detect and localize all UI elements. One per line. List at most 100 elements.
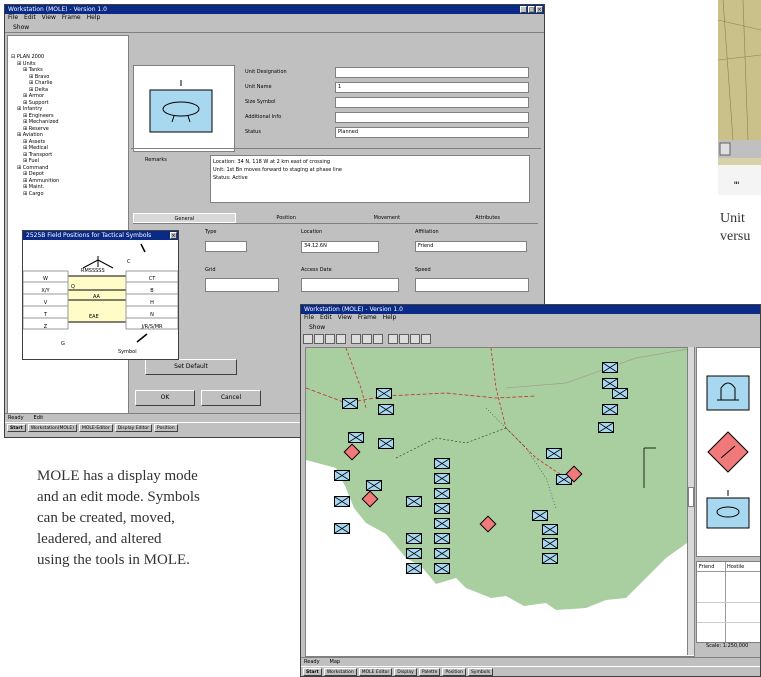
label-unit-name: Unit Name	[245, 84, 272, 90]
friendly-unit-icon[interactable]	[434, 488, 450, 499]
map-show-button[interactable]: Show	[309, 324, 325, 331]
friendly-unit-icon[interactable]	[542, 524, 558, 535]
friendly-unit-icon[interactable]	[546, 448, 562, 459]
friendly-unit-icon[interactable]	[366, 480, 382, 491]
friendly-unit-icon[interactable]	[542, 553, 558, 564]
grid-field[interactable]	[205, 278, 279, 292]
menu-help[interactable]: Help	[87, 14, 101, 22]
map-menu-help[interactable]: Help	[383, 314, 397, 322]
minimize-button[interactable]: _	[520, 6, 527, 13]
map-vertical-scrollbar[interactable]	[687, 347, 694, 655]
ok-button[interactable]: OK	[135, 390, 195, 406]
tool-area-icon[interactable]	[421, 334, 431, 344]
friendly-unit-icon[interactable]	[334, 470, 350, 481]
friendly-unit-icon[interactable]	[406, 548, 422, 559]
tool-leader-icon[interactable]	[325, 334, 335, 344]
palette-unit-icon[interactable]	[706, 490, 750, 529]
maximize-button[interactable]: □	[528, 6, 535, 13]
friendly-unit-icon[interactable]	[434, 548, 450, 559]
friendly-unit-icon[interactable]	[612, 388, 628, 399]
friendly-unit-icon[interactable]	[406, 496, 422, 507]
dialog-close-button[interactable]: ×	[170, 232, 177, 239]
speed-field[interactable]	[415, 278, 529, 292]
tab-movement[interactable]: Movement	[337, 213, 438, 223]
status-mode: Edit	[33, 415, 44, 421]
set-default-button[interactable]: Set Default	[145, 359, 237, 375]
tab-attributes[interactable]: Attributes	[437, 213, 538, 223]
menu-view[interactable]: View	[42, 14, 56, 22]
friendly-unit-icon[interactable]	[434, 503, 450, 514]
task-display[interactable]: Display Editor	[114, 424, 153, 432]
close-button[interactable]: ×	[536, 6, 543, 13]
additional-field[interactable]	[335, 112, 529, 123]
friendly-unit-icon[interactable]	[434, 473, 450, 484]
map-menu-view[interactable]: View	[338, 314, 352, 322]
friendly-unit-icon[interactable]	[348, 432, 364, 443]
designation-field[interactable]	[335, 67, 529, 78]
friendly-unit-icon[interactable]	[342, 398, 358, 409]
friendly-unit-icon[interactable]	[602, 362, 618, 373]
task-position[interactable]: Position	[154, 424, 178, 432]
tool-pan-icon[interactable]	[362, 334, 372, 344]
map-task-editor[interactable]: MOLE Editor	[358, 668, 393, 676]
friendly-unit-icon[interactable]	[334, 523, 350, 534]
map-task-display[interactable]: Display	[394, 668, 417, 676]
scroll-thumb[interactable]	[688, 487, 694, 507]
friendly-unit-icon[interactable]	[376, 388, 392, 399]
tool-grid-icon[interactable]	[373, 334, 383, 344]
affiliation-select[interactable]: Friend	[415, 241, 527, 252]
map-menu-file[interactable]: File	[304, 314, 314, 322]
window-title-bar[interactable]: Workstation (MOLE) - Version 1.0 _ □ ×	[5, 5, 544, 14]
palette-friend-icon[interactable]	[706, 375, 750, 411]
map-task-symbols[interactable]: Symbols	[467, 668, 494, 676]
palette-hostile-icon[interactable]	[707, 431, 749, 473]
friendly-unit-icon[interactable]	[532, 510, 548, 521]
tab-general[interactable]: General	[133, 213, 236, 223]
friendly-unit-icon[interactable]	[378, 438, 394, 449]
tab-position[interactable]: Position	[236, 213, 337, 223]
tool-line-icon[interactable]	[410, 334, 420, 344]
map-task-palette[interactable]: Palette	[418, 668, 441, 676]
friendly-unit-icon[interactable]	[406, 563, 422, 574]
map-title-bar[interactable]: Workstation (MOLE) - Version 1.0	[301, 305, 760, 314]
friendly-unit-icon[interactable]	[378, 404, 394, 415]
remarks-area[interactable]: Location: 34 N, 118 W at 2 km east of cr…	[210, 155, 530, 203]
type-select[interactable]	[205, 241, 247, 252]
friendly-unit-icon[interactable]	[434, 458, 450, 469]
start-button[interactable]: Start	[7, 424, 26, 432]
tool-rotate-icon[interactable]	[336, 334, 346, 344]
status-select[interactable]: Planned	[335, 127, 529, 138]
task-editor[interactable]: MOLE-Editor	[78, 424, 113, 432]
task-workstation[interactable]: Workstation(MOLE)	[27, 424, 77, 432]
tool-symbol-icon[interactable]	[388, 334, 398, 344]
tree-item[interactable]: ⊞ Cargo	[11, 191, 128, 198]
menu-frame[interactable]: Frame	[62, 14, 81, 22]
location-field[interactable]: 34.12.6N	[301, 241, 379, 253]
friendly-unit-icon[interactable]	[334, 496, 350, 507]
menu-file[interactable]: File	[8, 14, 18, 22]
friendly-unit-icon[interactable]	[434, 518, 450, 529]
menu-edit[interactable]: Edit	[24, 14, 36, 22]
map-task-workstation[interactable]: Workstation	[323, 668, 357, 676]
friendly-unit-icon[interactable]	[598, 422, 614, 433]
show-button[interactable]: Show	[13, 24, 29, 31]
cancel-button[interactable]: Cancel	[201, 390, 261, 406]
friendly-unit-icon[interactable]	[406, 533, 422, 544]
tool-text-icon[interactable]	[399, 334, 409, 344]
friendly-unit-icon[interactable]	[434, 563, 450, 574]
map-menu-frame[interactable]: Frame	[358, 314, 377, 322]
tool-move-icon[interactable]	[314, 334, 324, 344]
map-start-button[interactable]: Start	[303, 668, 322, 676]
map-menu-edit[interactable]: Edit	[320, 314, 332, 322]
map-canvas[interactable]	[305, 347, 695, 657]
size-field[interactable]	[335, 97, 529, 108]
unit-name-field[interactable]: 1	[335, 82, 529, 93]
access-date-field[interactable]	[301, 278, 399, 292]
friendly-unit-icon[interactable]	[602, 404, 618, 415]
friendly-unit-icon[interactable]	[542, 538, 558, 549]
dialog-title-bar[interactable]: 2525B Field Positions for Tactical Symbo…	[23, 231, 178, 240]
tool-select-icon[interactable]	[303, 334, 313, 344]
map-task-position[interactable]: Position	[442, 668, 466, 676]
friendly-unit-icon[interactable]	[434, 533, 450, 544]
tool-zoom-icon[interactable]	[351, 334, 361, 344]
